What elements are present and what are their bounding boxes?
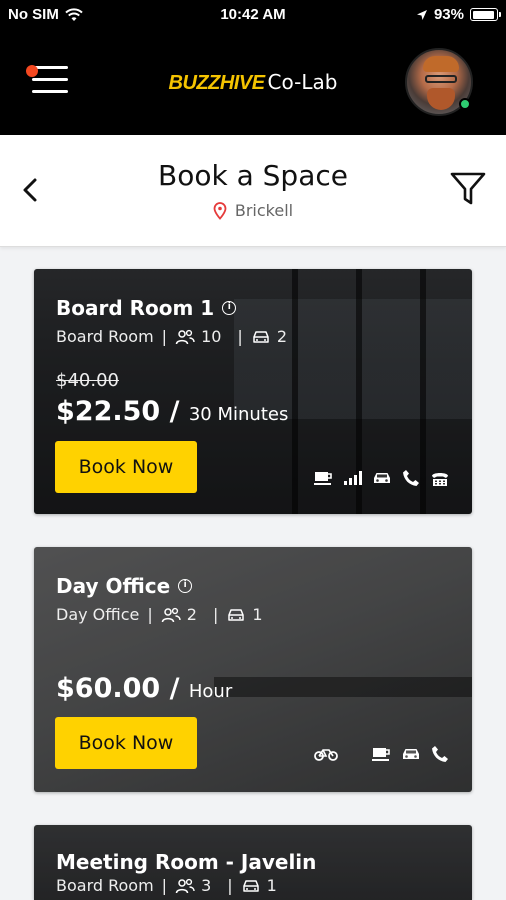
space-card-board-room-1[interactable]: Board Room 1 i Board Room | 10 | 2 $40.0… [34,269,472,514]
car-icon [242,879,259,892]
space-type: Board Room [56,876,154,895]
coffee-icon [314,469,334,487]
card-meta: Board Room | 3 | 1 [56,876,277,895]
people-icon [175,878,195,893]
meta-separator: | [227,876,233,895]
space-name: Day Office [56,574,171,598]
avatar-glasses [425,75,457,83]
bike-icon [314,745,338,763]
amenities [314,745,450,763]
page-title: Book a Space [158,159,348,192]
price-unit: Hour [188,681,233,702]
phone-icon [401,469,421,487]
info-icon[interactable]: i [178,579,193,593]
filter-icon [450,172,486,205]
location-selector[interactable]: Brickell [0,201,506,220]
card-meta: Board Room | 10 | 2 [56,327,287,346]
price-value: $60.00 / [56,673,180,704]
meta-separator: | [237,327,243,346]
status-bar: No SIM 10:42 AM 93% [0,0,506,30]
printer-icon [430,469,450,487]
meta-separator: | [147,605,153,624]
original-price: $40.00 [56,370,119,391]
book-now-button[interactable]: Book Now [55,717,197,769]
avatar-hair [423,56,459,72]
title-bar: Book a Space Brickell [0,135,506,247]
parking-value: 1 [252,605,263,624]
wifi-signal-icon [343,469,363,487]
car-icon [253,330,269,343]
location-arrow-icon [416,9,427,20]
status-right: 93% [416,6,501,23]
price-unit: 30 Minutes [188,404,289,425]
filter-button[interactable] [448,168,488,208]
space-type: Day Office [56,605,140,624]
battery-fill [472,10,494,19]
parking-value: 1 [266,876,277,895]
capacity-value: 3 [201,876,212,895]
capacity-value: 10 [201,327,222,346]
online-status-badge [459,98,471,110]
battery-icon [470,8,501,21]
book-now-button[interactable]: Book Now [55,441,197,493]
people-icon [161,607,181,622]
meta-separator: | [212,605,219,624]
capacity-value: 2 [186,605,197,624]
logo-brand: BUZZHIVE [168,72,266,94]
space-card-day-office[interactable]: Day Office i Day Office | 2 | 1 $60.00 /… [34,547,472,792]
card-title: Day Office i [56,574,193,598]
menu-bar-icon [34,66,68,69]
price: $22.50 / 30 Minutes [56,396,288,427]
car-icon [401,745,421,763]
logo-suffix: Co-Lab [267,70,338,94]
space-name: Board Room 1 [56,296,215,320]
battery-percent: 93% [433,6,464,23]
meta-separator: | [161,876,168,895]
car-icon [372,469,392,487]
card-meta: Day Office | 2 | 1 [56,605,263,624]
card-title: Meeting Room - Javelin [56,850,316,874]
parking-value: 2 [276,327,287,346]
avatar-beard [427,88,455,110]
phone-icon [430,745,450,763]
location-label: Brickell [234,201,294,220]
space-card-meeting-room-javelin[interactable]: Meeting Room - Javelin Board Room | 3 | … [34,825,472,900]
info-icon[interactable]: i [222,301,237,315]
price-value: $22.50 / [56,396,180,427]
space-name: Meeting Room - Javelin [56,850,317,874]
car-icon [228,608,245,621]
meta-separator: | [161,327,168,346]
app-header: BUZZHIVE Co-Lab [0,30,506,135]
map-pin-icon [213,201,227,220]
people-icon [175,329,195,344]
coffee-icon [372,745,392,763]
card-title: Board Room 1 i [56,296,237,320]
amenities [314,469,450,487]
space-type: Board Room [56,327,154,346]
price: $60.00 / Hour [56,673,232,704]
